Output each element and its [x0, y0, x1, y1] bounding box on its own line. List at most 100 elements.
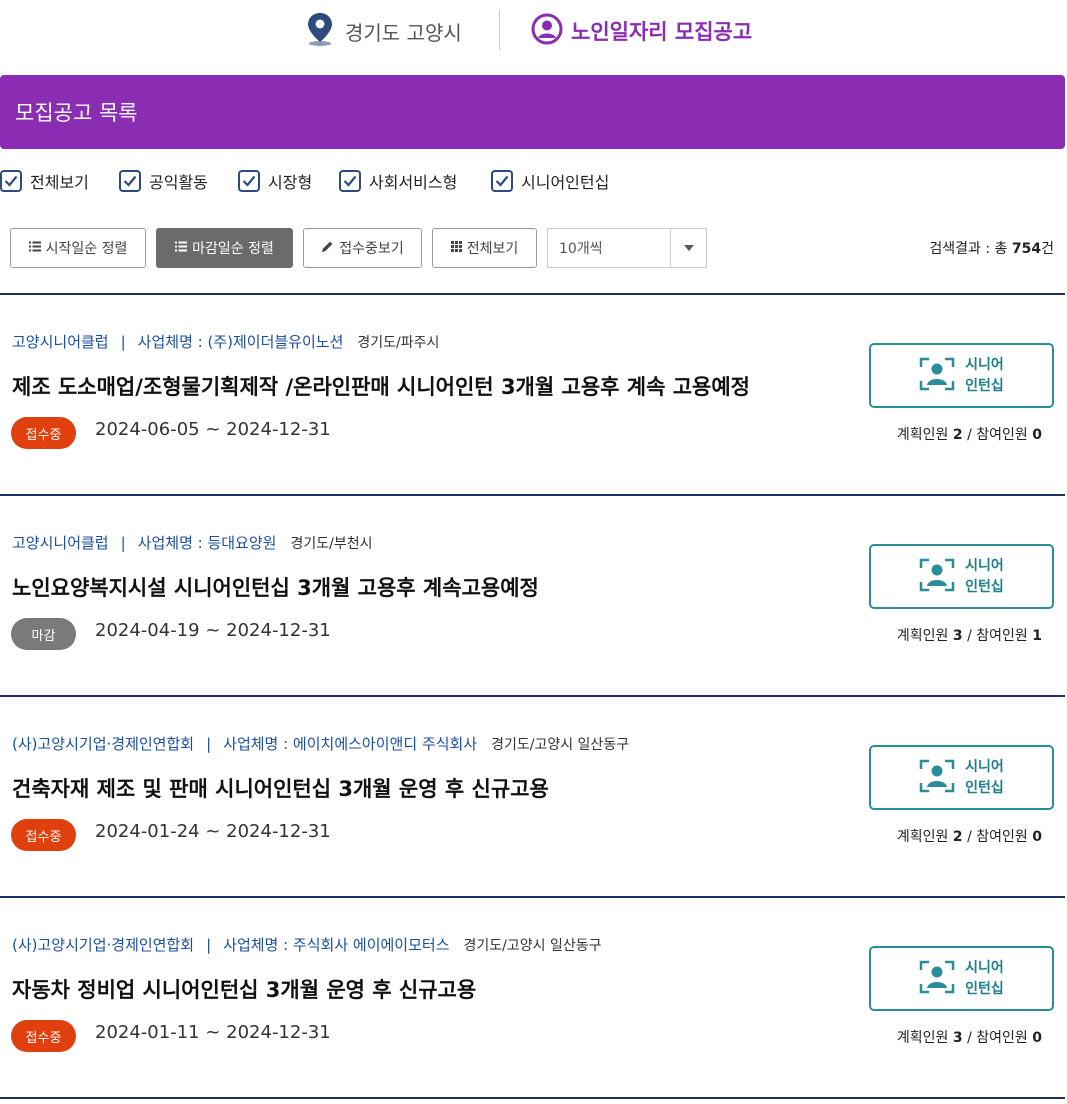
headcount: 계획인원 3 / 참여인원 1 [897, 625, 1042, 645]
program-type-line2: 인턴십 [965, 980, 1004, 997]
filter-senior-intern[interactable]: 시니어인턴십 [491, 168, 609, 194]
program-type-button[interactable]: 시니어 인턴십 [869, 544, 1054, 609]
listing-org[interactable]: (사)고양시기업·경제인연합회 [12, 733, 194, 754]
program-type-label: 시니어 인턴십 [965, 757, 1004, 799]
page-size-select[interactable]: 10개씩 [547, 228, 707, 268]
program-type-button[interactable]: 시니어 인턴십 [869, 343, 1054, 408]
listing-org[interactable]: 고양시니어클럽 [12, 532, 109, 553]
status-badge: 접수중 [11, 417, 76, 449]
person-scan-icon [919, 357, 955, 395]
sort-start-button[interactable]: 시작일순 정렬 [10, 228, 146, 268]
listing-title[interactable]: 자동차 정비업 시니어인턴십 3개월 운영 후 신규고용 [12, 974, 476, 1004]
planned-count: 2 [952, 427, 963, 443]
user-circle-icon [531, 13, 563, 49]
program-type-label: 시니어 인턴십 [965, 556, 1004, 598]
planned-label: 계획인원 [896, 1030, 949, 1046]
joined-label: 참여인원 [976, 628, 1028, 644]
listing-org[interactable]: (사)고양시기업·경제인연합회 [12, 934, 194, 955]
person-scan-icon [919, 960, 955, 998]
filter-social-service[interactable]: 사회서비스형 [339, 168, 457, 194]
header-divider [499, 10, 500, 50]
listing-card[interactable]: 고양시니어클럽 | 사업체명 : 등대요양원 경기도/부천시 노인요양복지시설 … [0, 496, 1067, 696]
filter-market[interactable]: 시장형 [238, 168, 312, 194]
toolbar: 시작일순 정렬 마감일순 정렬 접수중보기 전체보기 10개씩 검색결과 : 총… [0, 228, 1067, 268]
brand[interactable]: 노인일자리 모집공고 [531, 13, 752, 49]
program-type-label: 시니어 인턴십 [965, 958, 1004, 1000]
chevron-down-icon[interactable] [670, 229, 706, 267]
result-count: 754 [1011, 241, 1042, 257]
grid-icon [450, 240, 462, 256]
joined-count: 0 [1032, 1030, 1042, 1046]
listing-dates: 2024-01-11 ~ 2024-12-31 [95, 1022, 331, 1043]
listing-region: 경기도/고양시 일산동구 [463, 937, 602, 954]
planned-count: 2 [952, 829, 963, 845]
listing-business[interactable]: 사업체명 : 에이치에스아이앤디 주식회사 [223, 733, 477, 754]
listing-card[interactable]: 고양시니어클럽 | 사업체명 : (주)제이더블유이노션 경기도/파주시 제조 … [0, 295, 1067, 495]
status-badge: 접수중 [11, 1020, 76, 1052]
result-unit: 건 [1041, 241, 1054, 257]
checkbox-checked-icon[interactable] [238, 170, 260, 192]
program-type-line2: 인턴십 [965, 779, 1004, 796]
checkbox-checked-icon[interactable] [0, 170, 22, 192]
person-scan-icon [919, 759, 955, 797]
listing-title[interactable]: 노인요양복지시설 시니어인턴십 3개월 고용후 계속고용예정 [12, 572, 539, 602]
view-all-button[interactable]: 전체보기 [432, 228, 537, 268]
filter-label: 전체보기 [30, 173, 89, 192]
view-all-label: 전체보기 [466, 241, 519, 257]
program-type-button[interactable]: 시니어 인턴십 [869, 745, 1054, 810]
status-badge: 마감 [11, 618, 76, 650]
listing-org[interactable]: 고양시니어클럽 [12, 331, 109, 352]
program-type-line1: 시니어 [965, 557, 1004, 574]
filter-label: 시장형 [268, 173, 313, 192]
view-open-button[interactable]: 접수중보기 [303, 228, 422, 268]
listing-dates: 2024-06-05 ~ 2024-12-31 [95, 419, 331, 440]
listing-region: 경기도/파주시 [357, 334, 440, 351]
view-open-label: 접수중보기 [339, 241, 404, 257]
divider [0, 1097, 1065, 1099]
meta-separator: | [206, 935, 212, 954]
program-type-line1: 시니어 [965, 959, 1004, 976]
filter-label: 시니어인턴십 [521, 173, 610, 192]
search-result-count: 검색결과 : 총 754건 [929, 238, 1054, 258]
location[interactable]: 경기도 고양시 [303, 13, 462, 49]
map-pin-icon [303, 11, 337, 51]
joined-label: 참여인원 [976, 1030, 1028, 1046]
planned-label: 계획인원 [896, 829, 949, 845]
joined-count: 1 [1032, 628, 1042, 644]
listing-title[interactable]: 제조 도소매업/조형물기획제작 /온라인판매 시니어인턴 3개월 고용후 계속 … [12, 371, 750, 401]
listing-region: 경기도/고양시 일산동구 [491, 736, 630, 753]
listing-title[interactable]: 건축자재 제조 및 판매 시니어인턴십 3개월 운영 후 신규고용 [12, 773, 549, 803]
checkbox-checked-icon[interactable] [339, 170, 361, 192]
status-badge: 접수중 [11, 819, 76, 851]
filter-all[interactable]: 전체보기 [0, 168, 89, 194]
headcount-separator: / [967, 829, 972, 845]
joined-label: 참여인원 [976, 829, 1028, 845]
planned-label: 계획인원 [896, 427, 949, 443]
header: 경기도 고양시 노인일자리 모집공고 [0, 0, 1067, 62]
sort-start-label: 시작일순 정렬 [45, 241, 128, 257]
listing-business[interactable]: 사업체명 : 주식회사 에이에이모터스 [223, 934, 449, 955]
checkbox-checked-icon[interactable] [119, 170, 141, 192]
meta-separator: | [120, 332, 126, 351]
pencil-icon [321, 240, 334, 257]
location-text: 경기도 고양시 [345, 20, 462, 45]
filter-group: 전체보기 공익활동 시장형 사회서비스형 시니어인턴십 [0, 168, 1067, 194]
listing-meta: (사)고양시기업·경제인연합회 | 사업체명 : 주식회사 에이에이모터스 경기… [12, 934, 601, 955]
listing-business[interactable]: 사업체명 : (주)제이더블유이노션 [138, 331, 344, 352]
filter-public[interactable]: 공익활동 [119, 168, 208, 194]
checkbox-checked-icon[interactable] [491, 170, 513, 192]
headcount-separator: / [967, 628, 972, 644]
list-icon [28, 240, 41, 256]
program-type-button[interactable]: 시니어 인턴십 [869, 946, 1054, 1011]
listing-business[interactable]: 사업체명 : 등대요양원 [138, 532, 277, 553]
sort-deadline-button[interactable]: 마감일순 정렬 [156, 228, 293, 268]
planned-count: 3 [952, 628, 963, 644]
planned-count: 3 [952, 1030, 963, 1046]
listing-card[interactable]: (사)고양시기업·경제인연합회 | 사업체명 : 에이치에스아이앤디 주식회사 … [0, 697, 1067, 897]
result-label: 검색결과 : 총 [929, 241, 1008, 257]
brand-text: 노인일자리 모집공고 [571, 20, 753, 44]
listing-dates: 2024-01-24 ~ 2024-12-31 [95, 821, 331, 842]
section-title-bar: 모집공고 목록 [0, 75, 1065, 149]
listing-card[interactable]: (사)고양시기업·경제인연합회 | 사업체명 : 주식회사 에이에이모터스 경기… [0, 898, 1067, 1098]
listing-region: 경기도/부천시 [290, 535, 373, 552]
